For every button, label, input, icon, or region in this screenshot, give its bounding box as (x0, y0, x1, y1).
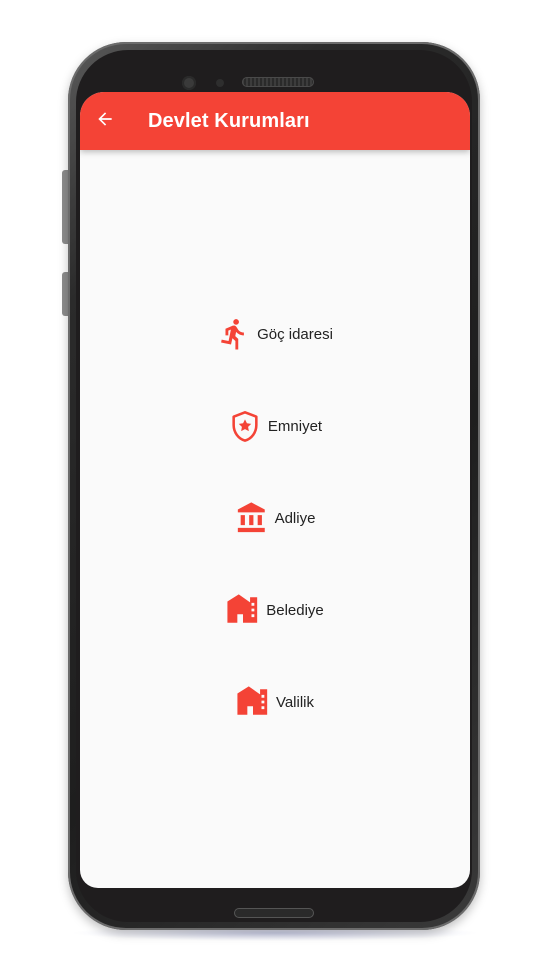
menu-item-label: Valilik (275, 693, 315, 711)
menu-item-goc-idaresi[interactable]: Göç idaresi (80, 312, 470, 356)
home-building-icon (236, 685, 270, 719)
app-screen: Devlet Kurumları Göç idaresi Emniyet Adl… (80, 92, 470, 888)
menu-item-label: Adliye (274, 509, 316, 527)
menu-item-label: Emniyet (267, 417, 323, 435)
device-frame-stage: Devlet Kurumları Göç idaresi Emniyet Adl… (0, 0, 540, 970)
page-title: Devlet Kurumları (148, 109, 310, 132)
running-person-icon (217, 317, 251, 351)
menu-item-belediye[interactable]: Belediye (80, 588, 470, 632)
home-building-icon (226, 593, 260, 627)
menu-item-label: Göç idaresi (257, 325, 333, 343)
front-camera (182, 76, 196, 90)
menu-item-label: Belediye (266, 601, 324, 619)
back-button[interactable] (80, 92, 130, 150)
menu-item-valilik[interactable]: Valilik (80, 680, 470, 724)
proximity-sensor (216, 79, 224, 87)
arrow-back-icon (95, 109, 115, 134)
menu-item-emniyet[interactable]: Emniyet (80, 404, 470, 448)
app-bar: Devlet Kurumları (80, 92, 470, 150)
courthouse-icon (235, 501, 269, 535)
earpiece-speaker (242, 77, 314, 87)
menu-item-adliye[interactable]: Adliye (80, 496, 470, 540)
police-shield-icon (228, 409, 262, 443)
home-indicator (234, 908, 314, 918)
